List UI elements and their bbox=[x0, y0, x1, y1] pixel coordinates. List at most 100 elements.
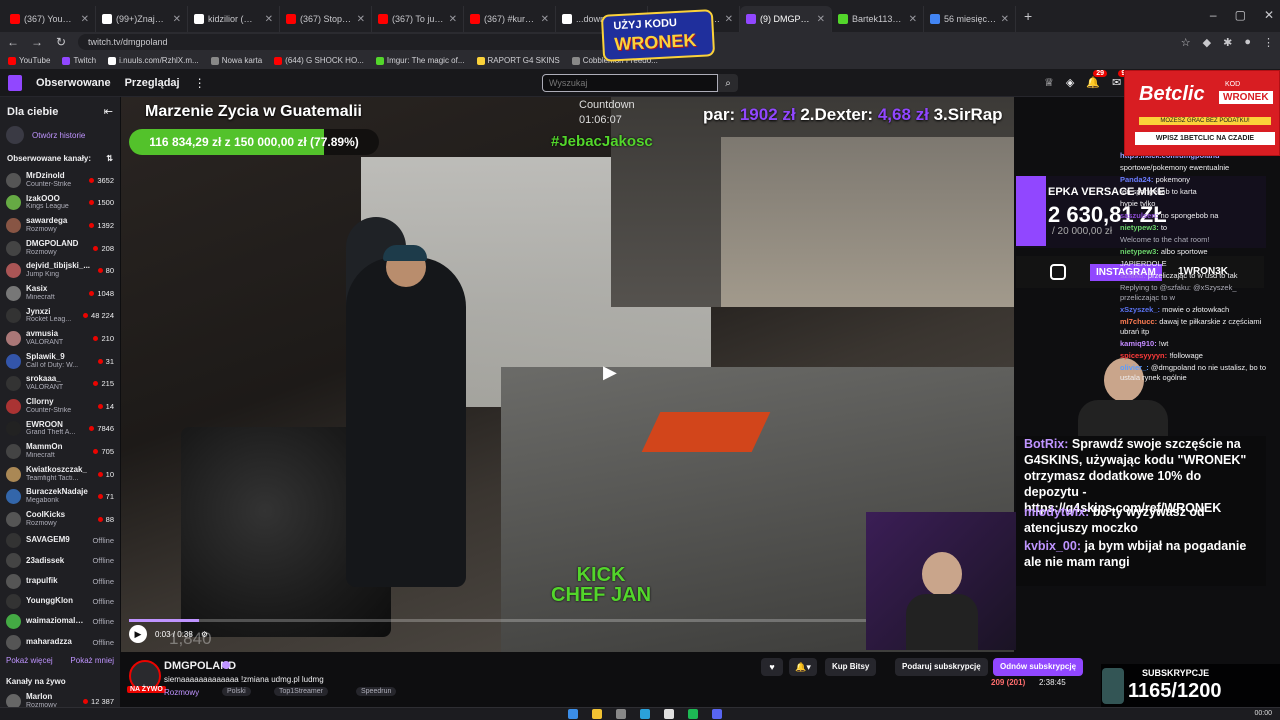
browser-tab[interactable]: (367) Stop saying 67 al... ✕ bbox=[280, 6, 372, 32]
sidebar-channel[interactable]: Kwiatkoszczak_ Teamfight Tacti... 10 bbox=[0, 463, 120, 486]
nav-browse[interactable]: Przeglądaj bbox=[125, 77, 180, 89]
settings-icon[interactable]: ⚙ bbox=[201, 630, 208, 639]
browser-tab[interactable]: (99+)Znajdź 'exclusive... ✕ bbox=[96, 6, 188, 32]
show-less-button[interactable]: Pokaż mniej bbox=[70, 656, 114, 665]
sidebar-channel[interactable]: maharadzza Offline bbox=[0, 632, 120, 652]
sidebar-channel[interactable]: IzakOOO Kings League 1500 bbox=[0, 192, 120, 215]
sidebar-channel[interactable]: BuraczekNadaje Megabonk 71 bbox=[0, 485, 120, 508]
chat-username[interactable]: xSzyszek_: bbox=[1120, 305, 1160, 314]
close-window-icon[interactable]: ✕ bbox=[1264, 8, 1274, 22]
bookmark-item[interactable]: RAPORT G4 SKINS bbox=[476, 56, 560, 65]
chat-username[interactable]: kamiq910: bbox=[1120, 339, 1157, 348]
search-icon[interactable]: ⌕ bbox=[718, 74, 738, 92]
browser-tab[interactable]: kidzilior (@kidzilior) | Ti... ✕ bbox=[188, 6, 280, 32]
chat-username[interactable]: ml7chucc: bbox=[1120, 317, 1157, 326]
forward-icon[interactable]: → bbox=[30, 35, 44, 49]
sidebar-channel[interactable]: Splawik_9 Call of Duty: W... 31 bbox=[0, 350, 120, 373]
tab-close-icon[interactable]: ✕ bbox=[1001, 14, 1009, 25]
sidebar-channel[interactable]: MrDzinold Counter-Strike 3652 bbox=[0, 169, 120, 192]
notifications-icon[interactable]: 🔔 29 bbox=[1086, 70, 1108, 89]
back-icon[interactable]: ← bbox=[6, 35, 20, 49]
bits-icon[interactable]: ◈ bbox=[1066, 76, 1074, 89]
profile-icon[interactable]: ● bbox=[1244, 36, 1251, 49]
sidebar-channel[interactable]: Marlon Rozmowy 12 387 bbox=[0, 690, 120, 707]
bookmark-item[interactable]: Nowa karta bbox=[210, 56, 262, 65]
sidebar-channel[interactable]: trapulfik Offline bbox=[0, 571, 120, 591]
maximize-icon[interactable]: ▢ bbox=[1235, 8, 1246, 22]
explorer-icon[interactable] bbox=[592, 709, 602, 719]
history-link[interactable]: Otwórz historie bbox=[0, 122, 120, 154]
buy-bits-button[interactable]: Kup Bitsy bbox=[825, 658, 877, 676]
sort-icon[interactable]: ⇅ bbox=[106, 154, 113, 163]
menu-icon[interactable]: ⋮ bbox=[1263, 36, 1274, 49]
app-icon[interactable] bbox=[616, 709, 626, 719]
tab-close-icon[interactable]: ✕ bbox=[265, 14, 273, 25]
search-input[interactable] bbox=[542, 74, 718, 92]
minimize-icon[interactable]: – bbox=[1210, 8, 1217, 22]
extension-icon[interactable]: ◆ bbox=[1203, 36, 1211, 49]
show-more-button[interactable]: Pokaż więcej bbox=[6, 656, 53, 665]
tab-close-icon[interactable]: ✕ bbox=[541, 14, 549, 25]
spotify-icon[interactable] bbox=[688, 709, 698, 719]
tab-close-icon[interactable]: ✕ bbox=[909, 14, 917, 25]
play-pause-button[interactable]: ▶ bbox=[129, 625, 147, 643]
stream-tag[interactable]: Speedrun bbox=[356, 687, 397, 696]
bookmark-item[interactable]: i.nuuls.com/RzhlX.m... bbox=[108, 56, 199, 65]
stream-tag[interactable]: Top1Streamer bbox=[274, 687, 328, 696]
tab-close-icon[interactable]: ✕ bbox=[817, 14, 825, 25]
discord-icon[interactable] bbox=[712, 709, 722, 719]
sidebar-channel[interactable]: CoolKicks Rozmowy 88 bbox=[0, 508, 120, 531]
notification-bell-icon[interactable]: 🔔▾ bbox=[789, 658, 817, 676]
twitch-logo-icon[interactable] bbox=[8, 74, 22, 91]
sidebar-channel[interactable]: MammOn Minecraft 705 bbox=[0, 440, 120, 463]
sidebar-channel[interactable]: dejvid_tibijski_... Jump King 80 bbox=[0, 259, 120, 282]
tab-close-icon[interactable]: ✕ bbox=[725, 14, 733, 25]
chrome-icon[interactable] bbox=[664, 709, 674, 719]
bookmark-item[interactable]: (644) G SHOCK HO... bbox=[274, 56, 364, 65]
bookmark-item[interactable]: Twitch bbox=[62, 56, 96, 65]
whispers-icon[interactable]: ✉9 bbox=[1112, 70, 1129, 89]
collapse-icon[interactable]: ⇤ bbox=[104, 105, 113, 118]
sidebar-channel[interactable]: sawardega Rozmowy 1392 bbox=[0, 214, 120, 237]
chat-username[interactable]: nietypew3: bbox=[1120, 247, 1159, 256]
stream-category[interactable]: Rozmowy bbox=[164, 688, 199, 697]
sidebar-channel[interactable]: 23adissek Offline bbox=[0, 551, 120, 571]
betclic-ad[interactable]: Betclic KOD WRONEK MOZESZ GRAC BEZ PODAT… bbox=[1124, 70, 1280, 156]
sidebar-channel[interactable]: DMGPOLAND Rozmowy 208 bbox=[0, 237, 120, 260]
start-icon[interactable] bbox=[568, 709, 578, 719]
extension-icon[interactable]: ✱ bbox=[1223, 36, 1232, 49]
telegram-icon[interactable] bbox=[640, 709, 650, 719]
chat-username[interactable]: saszulsen: bbox=[1120, 211, 1158, 220]
chat-username[interactable]: nietypew3: bbox=[1120, 223, 1159, 232]
stream-tag[interactable]: Polski bbox=[222, 687, 251, 696]
sidebar-channel[interactable]: SAVAGEM9 Offline bbox=[0, 531, 120, 551]
bookmark-item[interactable]: YouTube bbox=[8, 56, 50, 65]
new-tab-icon[interactable]: + bbox=[1016, 8, 1040, 24]
sidebar-channel[interactable]: Jynxzi Rocket Leag... 48 224 bbox=[0, 305, 120, 328]
tab-close-icon[interactable]: ✕ bbox=[449, 14, 457, 25]
tab-close-icon[interactable]: ✕ bbox=[81, 14, 89, 25]
gift-sub-button[interactable]: Podaruj subskrypcję bbox=[895, 658, 988, 676]
tab-close-icon[interactable]: ✕ bbox=[173, 14, 181, 25]
more-icon[interactable]: ⋮ bbox=[194, 76, 206, 90]
sidebar-channel[interactable]: srokaaa_ VALORANT 215 bbox=[0, 372, 120, 395]
play-icon[interactable]: ▶ bbox=[603, 362, 627, 386]
bookmark-star-icon[interactable]: ☆ bbox=[1181, 36, 1191, 49]
browser-tab[interactable]: 56 miesięcy ile to lat ✕ bbox=[924, 6, 1016, 32]
browser-tab[interactable]: (9) DMGPOLAND ✕ bbox=[740, 6, 832, 32]
bookmark-item[interactable]: Imgur: The magic of... bbox=[375, 56, 465, 65]
chat-username[interactable]: spicesyyyyn: bbox=[1120, 351, 1167, 360]
sidebar-channel[interactable]: waimaziomaleo7 Offline bbox=[0, 612, 120, 632]
sidebar-channel[interactable]: Cllorny Counter-Strike 14 bbox=[0, 395, 120, 418]
browser-tab[interactable]: (367) To już jest epoka... ✕ bbox=[372, 6, 464, 32]
chat-username[interactable]: szfaku: bbox=[1120, 271, 1146, 280]
browser-tab[interactable]: (367) #kurwa #trener... ✕ bbox=[464, 6, 556, 32]
follow-heart-icon[interactable]: ♥ bbox=[761, 658, 783, 676]
nav-following[interactable]: Obserwowane bbox=[36, 77, 111, 89]
sidebar-channel[interactable]: avmusia VALORANT 210 bbox=[0, 327, 120, 350]
sidebar-channel[interactable]: YounggKlon Offline bbox=[0, 591, 120, 611]
reload-icon[interactable]: ↻ bbox=[54, 35, 68, 49]
chat-username[interactable]: Panda24: bbox=[1120, 175, 1153, 184]
browser-tab[interactable]: (367) YouTube ✕ bbox=[4, 6, 96, 32]
tab-close-icon[interactable]: ✕ bbox=[357, 14, 365, 25]
